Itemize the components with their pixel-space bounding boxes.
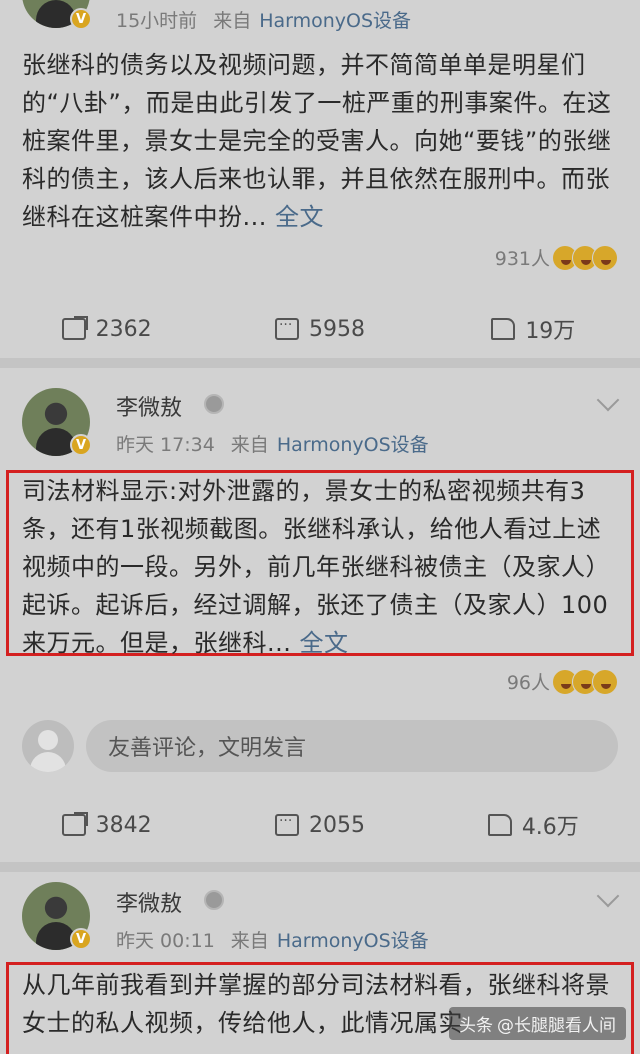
watermark-account: @长腿腿看人间	[497, 1016, 616, 1036]
post-meta: 15小时前 来自 HarmonyOS设备	[116, 6, 411, 33]
source-label: 来自	[213, 10, 252, 32]
comment-count: 2055	[308, 812, 365, 838]
thumbs-up-icon	[491, 318, 516, 340]
source-device: HarmonyOS设备	[276, 930, 429, 952]
post-text: 张继科的债务以及视频问题，并不简简单单是明星们的“八卦”，而是由此引发了一桩严重…	[22, 46, 620, 238]
verified-badge-icon: V	[70, 434, 92, 456]
source-label: 来自	[230, 434, 269, 456]
post-card-1: V 15小时前 来自 HarmonyOS设备 张继科的债务以及视频问题，并不简简…	[0, 0, 640, 358]
post-text: 司法材料显示:对外泄露的，景女士的私密视频共有3条，还有1张视频截图。张继科承认…	[22, 472, 620, 662]
source-watermark: 头条 @长腿腿看人间	[449, 1007, 626, 1040]
username[interactable]: 李微敖	[116, 886, 182, 918]
chevron-down-icon[interactable]	[596, 388, 620, 412]
post-card-2: V 李微敖 昨天 17:34 来自 HarmonyOS设备 司法材料显示:对外泄…	[0, 368, 640, 862]
reaction-count: 931人	[494, 248, 550, 270]
share-button[interactable]: 3842	[0, 808, 213, 842]
like-button[interactable]: 4.6万	[427, 808, 640, 842]
post-timestamp: 昨天 00:11	[116, 930, 215, 952]
comment-icon	[274, 813, 299, 836]
source-label: 来自	[230, 930, 269, 952]
grin-emoji-icon	[592, 668, 618, 695]
comment-button[interactable]: 5958	[213, 312, 426, 346]
post-timestamp: 15小时前	[116, 10, 198, 32]
divider	[0, 862, 640, 872]
action-bar: 3842 2055 4.6万	[0, 808, 640, 842]
medal-icon	[204, 890, 224, 910]
post-meta: 昨天 17:34 来自 HarmonyOS设备	[116, 430, 429, 457]
watermark-platform: 头条	[459, 1016, 493, 1036]
share-icon	[61, 316, 88, 340]
divider	[0, 358, 640, 368]
source-device: HarmonyOS设备	[276, 434, 429, 456]
comment-placeholder: 友善评论，文明发言	[108, 736, 307, 761]
share-count: 3842	[95, 812, 152, 838]
username[interactable]: 李微敖	[116, 390, 182, 422]
reaction-summary[interactable]: 96人	[507, 668, 618, 695]
chevron-down-icon[interactable]	[596, 884, 620, 908]
like-button[interactable]: 19万	[427, 312, 640, 346]
reaction-summary[interactable]: 931人	[495, 244, 618, 271]
comment-button[interactable]: 2055	[213, 808, 426, 842]
current-user-avatar	[22, 720, 74, 772]
post-timestamp: 昨天 17:34	[116, 434, 215, 456]
medal-icon	[204, 394, 224, 414]
comment-count: 5958	[308, 316, 365, 342]
share-button[interactable]: 2362	[0, 312, 213, 346]
reaction-count: 96人	[506, 672, 550, 694]
share-count: 2362	[95, 316, 152, 342]
thumbs-up-icon	[487, 814, 512, 836]
grin-emoji-icon	[592, 244, 618, 271]
action-bar: 2362 5958 19万	[0, 312, 640, 346]
verified-badge-icon: V	[70, 8, 92, 30]
post-meta: 昨天 00:11 来自 HarmonyOS设备	[116, 926, 429, 953]
comment-input[interactable]: 友善评论，文明发言	[86, 720, 618, 772]
like-count: 4.6万	[521, 815, 579, 840]
source-device: HarmonyOS设备	[259, 10, 412, 32]
comment-icon	[274, 317, 299, 340]
read-more-link[interactable]: 全文	[300, 629, 349, 657]
share-icon	[61, 812, 88, 836]
comment-bar: 友善评论，文明发言	[22, 718, 618, 774]
read-more-link[interactable]: 全文	[275, 203, 324, 231]
verified-badge-icon: V	[70, 928, 92, 950]
like-count: 19万	[525, 319, 576, 344]
